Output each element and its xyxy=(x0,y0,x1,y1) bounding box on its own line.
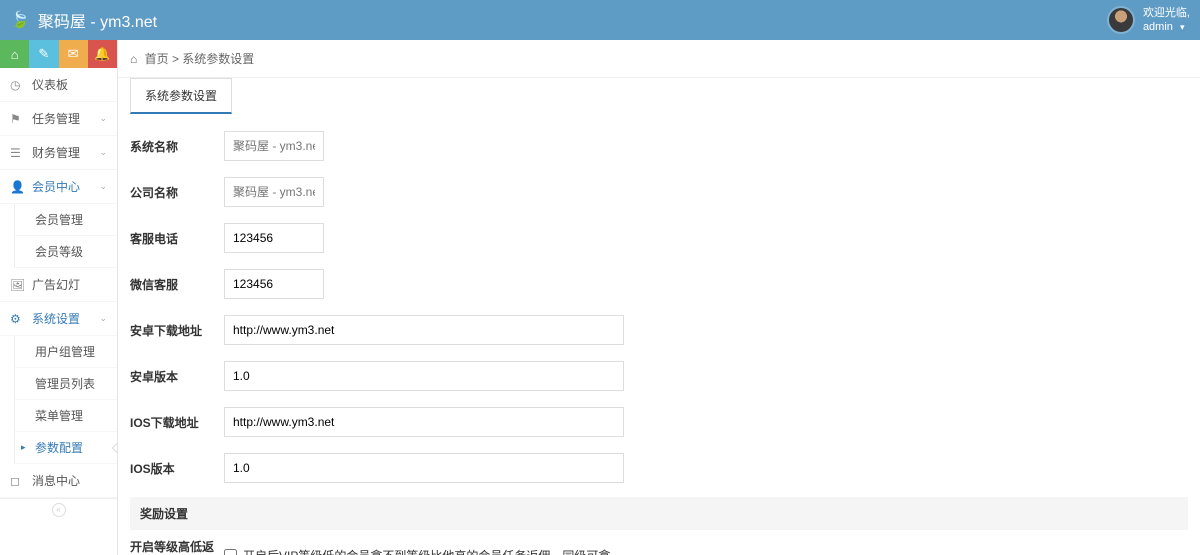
cog-icon: ⚙ xyxy=(10,312,26,326)
section-reward: 奖励设置 xyxy=(130,497,1188,530)
sidebar-item-label: 仪表板 xyxy=(32,76,68,93)
sidebar-sub-params[interactable]: 参数配置 xyxy=(14,432,117,464)
input-service-phone[interactable] xyxy=(224,223,324,253)
breadcrumb: ⌂ 首页 > 系统参数设置 xyxy=(118,40,1200,78)
sidebar-item-members[interactable]: 👤 会员中心 ⌄ xyxy=(0,170,117,204)
sidebar-item-label: 广告幻灯 xyxy=(32,276,80,293)
tabs: 系统参数设置 xyxy=(118,78,1200,113)
edit-button[interactable]: ✎ xyxy=(29,40,58,68)
input-android-version[interactable] xyxy=(224,361,624,391)
breadcrumb-home[interactable]: 首页 xyxy=(145,52,169,66)
content: ⌂ 首页 > 系统参数设置 系统参数设置 系统名称 公司名称 客服电话 xyxy=(118,40,1200,555)
input-company-name[interactable] xyxy=(224,177,324,207)
username: admin xyxy=(1143,21,1173,33)
sidebar-sub-usergroup[interactable]: 用户组管理 xyxy=(14,336,117,368)
row-company-name: 公司名称 xyxy=(130,169,1188,215)
input-sys-name[interactable] xyxy=(224,131,324,161)
header: 🍃 聚码屋 - ym3.net 欢迎光临, admin ▾ xyxy=(0,0,1200,40)
label-company-name: 公司名称 xyxy=(130,184,224,201)
app-title: 聚码屋 - ym3.net xyxy=(38,8,157,32)
sidebar-item-label: 用户组管理 xyxy=(35,343,95,360)
row-wechat-service: 微信客服 xyxy=(130,261,1188,307)
row-service-phone: 客服电话 xyxy=(130,215,1188,261)
list-icon: ☰ xyxy=(10,146,26,160)
checkbox-reward-rule[interactable] xyxy=(224,549,237,555)
row-ios-url: IOS下载地址 xyxy=(130,399,1188,445)
welcome-text: 欢迎光临, xyxy=(1143,6,1190,20)
sidebar-item-label: 会员中心 xyxy=(32,178,80,195)
chevron-down-icon: ▾ xyxy=(1180,22,1185,32)
sidebar-sub-members: 会员管理 会员等级 xyxy=(0,204,117,268)
label-android-version: 安卓版本 xyxy=(130,368,224,385)
user-info: 欢迎光临, admin ▾ xyxy=(1143,6,1190,35)
row-sys-name: 系统名称 xyxy=(130,123,1188,169)
avatar xyxy=(1107,6,1135,34)
label-android-url: 安卓下载地址 xyxy=(130,322,224,339)
breadcrumb-current: 系统参数设置 xyxy=(182,52,254,66)
row-ios-version: IOS版本 xyxy=(130,445,1188,491)
folder-button[interactable]: ✉ xyxy=(59,40,88,68)
sidebar-item-label: 消息中心 xyxy=(32,472,80,489)
label-ios-url: IOS下载地址 xyxy=(130,414,224,431)
label-reward-rule: 开启等级高低返佣规则 xyxy=(130,538,224,555)
sidebar-sub-menus[interactable]: 菜单管理 xyxy=(14,400,117,432)
sidebar-sub-member-level[interactable]: 会员等级 xyxy=(14,236,117,268)
sidebar: ⌂ ✎ ✉ 🔔 ◷ 仪表板 ⚑ 任务管理 ⌄ ☰ 财务管理 ⌄ 👤 会员中心 ⌄ xyxy=(0,40,118,555)
input-wechat-service[interactable] xyxy=(224,269,324,299)
chevron-down-icon: ⌄ xyxy=(99,113,107,124)
sidebar-toolbar: ⌂ ✎ ✉ 🔔 xyxy=(0,40,117,68)
sidebar-item-label: 管理员列表 xyxy=(35,375,95,392)
sidebar-item-label: 参数配置 xyxy=(35,439,83,456)
tab-system-params[interactable]: 系统参数设置 xyxy=(130,78,232,114)
form: 系统名称 公司名称 客服电话 微信客服 安卓下载地址 xyxy=(118,113,1200,555)
home-button[interactable]: ⌂ xyxy=(0,40,29,68)
leaf-icon: 🍃 xyxy=(10,10,30,30)
sidebar-item-label: 会员等级 xyxy=(35,243,83,260)
picture-icon: 🖼 xyxy=(10,278,26,292)
sidebar-item-messages[interactable]: ◻ 消息中心 xyxy=(0,464,117,498)
sidebar-item-label: 任务管理 xyxy=(32,110,80,127)
sidebar-item-finance[interactable]: ☰ 财务管理 ⌄ xyxy=(0,136,117,170)
chevron-down-icon: ⌄ xyxy=(99,147,107,158)
collapse-icon: « xyxy=(52,503,66,517)
user-menu[interactable]: 欢迎光临, admin ▾ xyxy=(1107,6,1190,35)
input-ios-url[interactable] xyxy=(224,407,624,437)
input-ios-version[interactable] xyxy=(224,453,624,483)
sidebar-sub-member-manage[interactable]: 会员管理 xyxy=(14,204,117,236)
sidebar-sub-adminlist[interactable]: 管理员列表 xyxy=(14,368,117,400)
sidebar-item-dashboard[interactable]: ◷ 仪表板 xyxy=(0,68,117,102)
users-icon: 👤 xyxy=(10,180,26,194)
sidebar-item-label: 菜单管理 xyxy=(35,407,83,424)
chevron-down-icon: ⌄ xyxy=(99,313,107,324)
dashboard-icon: ◷ xyxy=(10,78,26,92)
bell-button[interactable]: 🔔 xyxy=(88,40,117,68)
input-android-url[interactable] xyxy=(224,315,624,345)
desc-reward-rule: 开启后VIP等级低的会员拿不到等级比他高的会员任务返佣。同级可拿。 xyxy=(243,547,622,555)
sidebar-item-ads[interactable]: 🖼 广告幻灯 xyxy=(0,268,117,302)
sidebar-item-tasks[interactable]: ⚑ 任务管理 ⌄ xyxy=(0,102,117,136)
label-ios-version: IOS版本 xyxy=(130,460,224,477)
row-android-url: 安卓下载地址 xyxy=(130,307,1188,353)
label-sys-name: 系统名称 xyxy=(130,138,224,155)
label-wechat-service: 微信客服 xyxy=(130,276,224,293)
bookmark-icon: ◻ xyxy=(10,474,26,488)
sidebar-collapse[interactable]: « xyxy=(0,498,117,521)
row-android-version: 安卓版本 xyxy=(130,353,1188,399)
label-service-phone: 客服电话 xyxy=(130,230,224,247)
home-icon: ⌂ xyxy=(130,52,137,66)
sidebar-item-label: 会员管理 xyxy=(35,211,83,228)
sidebar-item-label: 系统设置 xyxy=(32,310,80,327)
sidebar-item-system[interactable]: ⚙ 系统设置 ⌄ xyxy=(0,302,117,336)
breadcrumb-separator: > xyxy=(172,52,182,66)
sidebar-sub-system: 用户组管理 管理员列表 菜单管理 参数配置 xyxy=(0,336,117,464)
chevron-down-icon: ⌄ xyxy=(99,181,107,192)
header-title: 🍃 聚码屋 - ym3.net xyxy=(10,8,157,32)
flag-icon: ⚑ xyxy=(10,112,26,126)
sidebar-item-label: 财务管理 xyxy=(32,144,80,161)
row-reward-rule: 开启等级高低返佣规则 开启后VIP等级低的会员拿不到等级比他高的会员任务返佣。同… xyxy=(130,530,1188,555)
